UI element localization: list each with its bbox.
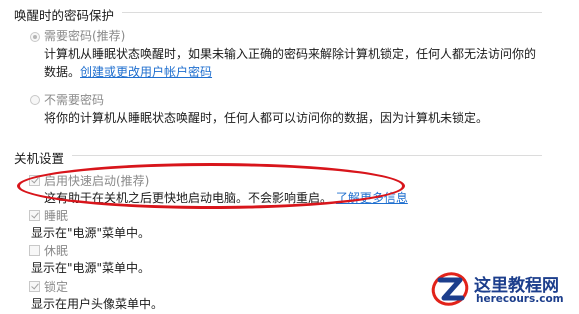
lock-checkbox[interactable] bbox=[29, 281, 40, 292]
lock-label[interactable]: 锁定 bbox=[44, 278, 68, 295]
sleep-description: 显示在"电源"菜单中。 bbox=[31, 226, 151, 240]
site-watermark: 这里教程网 herecours.com bbox=[430, 268, 575, 310]
sleep-checkbox[interactable] bbox=[29, 210, 40, 221]
lock-description: 显示在用户头像菜单中。 bbox=[31, 297, 164, 311]
require-password-label[interactable]: 需要密码(推荐) bbox=[44, 27, 125, 44]
no-password-radio[interactable] bbox=[30, 95, 40, 105]
wake-password-section-title: 唤醒时的密码保护 bbox=[14, 8, 115, 23]
description-prefix: 数据。 bbox=[44, 65, 81, 79]
no-password-label[interactable]: 不需要密码 bbox=[44, 91, 104, 108]
section-divider bbox=[72, 155, 542, 156]
hibernate-label[interactable]: 休眠 bbox=[44, 242, 68, 259]
create-password-link[interactable]: 创建或更改用户帐户密码 bbox=[80, 65, 212, 79]
require-password-radio[interactable] bbox=[30, 32, 40, 42]
no-password-description: 将你的计算机从睡眠状态唤醒时，任何人都可以访问你的数据，因为计算机未锁定。 bbox=[44, 111, 489, 125]
watermark-url: herecours.com bbox=[476, 293, 564, 305]
sleep-label[interactable]: 睡眠 bbox=[44, 207, 68, 224]
require-password-description: 计算机从睡眠状态唤醒时，如果未输入正确的密码来解除计算机锁定，任何人都无法访问你… bbox=[44, 47, 537, 61]
section-divider bbox=[122, 12, 542, 13]
shutdown-section-title: 关机设置 bbox=[14, 151, 65, 166]
highlight-annotation-ellipse bbox=[17, 163, 405, 209]
hibernate-description: 显示在"电源"菜单中。 bbox=[31, 261, 151, 275]
require-password-description-line2: 数据。创建或更改用户帐户密码 bbox=[44, 63, 212, 80]
hibernate-checkbox[interactable] bbox=[29, 245, 40, 256]
site-logo-icon bbox=[431, 272, 469, 306]
